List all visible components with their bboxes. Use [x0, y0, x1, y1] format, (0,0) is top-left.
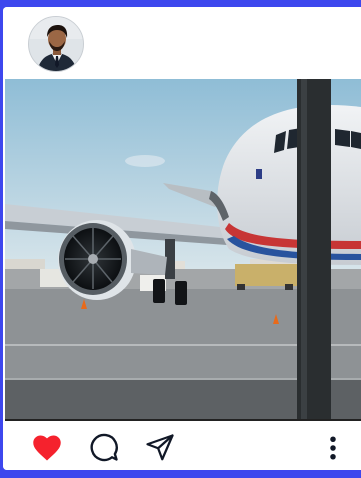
post-actions — [3, 421, 361, 470]
heart-icon — [33, 435, 61, 461]
post-photo[interactable] — [5, 79, 361, 421]
post-header — [3, 7, 361, 79]
vertical-dots-icon — [330, 436, 336, 460]
post-card — [3, 7, 361, 470]
avatar[interactable] — [28, 16, 84, 72]
more-options-button[interactable] — [316, 431, 350, 465]
share-button[interactable] — [143, 431, 177, 465]
airplane-photo — [5, 79, 361, 421]
like-button[interactable] — [30, 431, 64, 465]
comment-button[interactable] — [87, 431, 121, 465]
speech-bubble-icon — [90, 433, 118, 462]
avatar-portrait — [29, 17, 83, 71]
paper-plane-icon — [146, 434, 174, 461]
